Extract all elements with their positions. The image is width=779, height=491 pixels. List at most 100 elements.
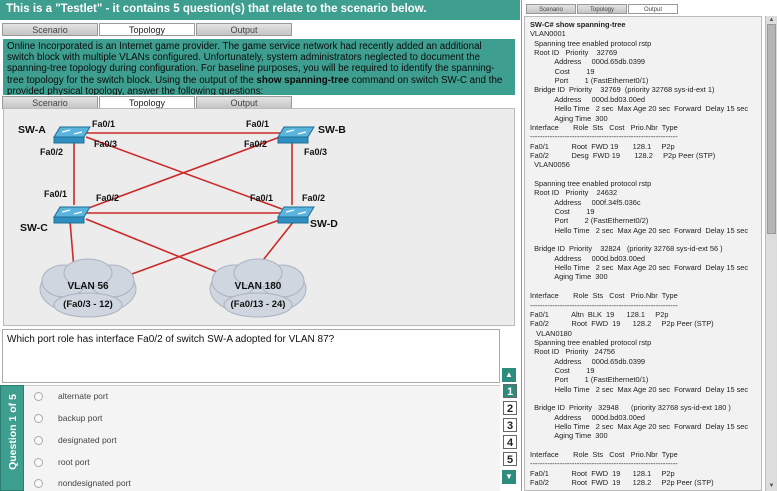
port-d-fa01: Fa0/1	[250, 193, 273, 203]
nav-down-arrow-icon[interactable]: ▼	[502, 470, 516, 484]
output-line: Port 1 (FastEthernet0/1)	[530, 375, 649, 385]
port-b-fa03: Fa0/3	[304, 147, 327, 157]
nav-question-4[interactable]: 4	[503, 435, 517, 449]
tab-scenario-right[interactable]: Scenario	[526, 4, 576, 14]
switch-icon-b[interactable]	[277, 126, 315, 144]
answer-option[interactable]: designated port	[34, 433, 117, 447]
output-line: Bridge ID Priority 32769 (priority 32768…	[530, 85, 715, 95]
port-a-fa02: Fa0/2	[40, 147, 63, 157]
radio-button[interactable]	[34, 391, 43, 401]
output-line: Hello Time 2 sec Max Age 20 sec Forward …	[530, 225, 749, 235]
question-pane: This is a "Testlet" - it contains 5 ques…	[0, 0, 520, 491]
output-line: VLAN0001	[530, 29, 566, 39]
output-line: VLAN0056	[530, 160, 570, 170]
output-line: Cost 19	[530, 66, 595, 76]
output-tabs: Scenario Topology Output	[526, 4, 679, 14]
radio-button[interactable]	[34, 478, 43, 488]
output-line: Root ID Priority 24632	[530, 188, 618, 198]
tab-output-right[interactable]: Output	[628, 4, 678, 14]
output-line: Interface Role Sts Cost Prio.Nbr Type	[530, 450, 678, 460]
scenario-command: show spanning-tree	[256, 74, 349, 86]
output-line: Spanning tree enabled protocol rstp	[530, 38, 652, 48]
output-line: Fa0/2 Desg FWD 19 128.2 P2p Peer (STP)	[530, 150, 716, 160]
nav-question-2[interactable]: 2	[503, 401, 517, 415]
answer-label: designated port	[58, 435, 117, 445]
switch-icon-d[interactable]	[277, 206, 315, 224]
testlet-header: This is a "Testlet" - it contains 5 ques…	[0, 0, 520, 20]
label-sw-c: SW-C	[20, 222, 48, 234]
radio-button[interactable]	[34, 457, 43, 467]
tab-output[interactable]: Output	[196, 23, 292, 36]
output-line: Spanning tree enabled protocol rstp	[530, 337, 652, 347]
port-d-fa02: Fa0/2	[302, 193, 325, 203]
port-a-fa01: Fa0/1	[92, 119, 115, 129]
nav-question-3[interactable]: 3	[503, 418, 517, 432]
topology-diagram: SW-A SW-B SW-C SW-D Fa0/1 Fa0/2 Fa0/3 Fa…	[3, 108, 515, 326]
output-line: Root ID Priority 24756	[530, 347, 616, 357]
tab-scenario[interactable]: Scenario	[2, 23, 98, 36]
answer-option[interactable]: alternate port	[34, 389, 108, 403]
app-root: This is a "Testlet" - it contains 5 ques…	[0, 0, 779, 491]
scroll-thumb[interactable]	[767, 24, 776, 234]
output-line: Bridge ID Priority 32948 (priority 32768…	[530, 403, 731, 413]
label-sw-a: SW-A	[18, 124, 46, 136]
port-c-fa01: Fa0/1	[44, 189, 67, 199]
port-b-fa02: Fa0/2	[244, 139, 267, 149]
answer-list: alternate port backup port designated po…	[24, 385, 500, 491]
output-line: Cost 19	[530, 207, 595, 216]
output-line: Address 000d.bd03.00ed	[530, 253, 646, 263]
output-line: Fa0/1 Root FWD 19 128.1 P2p	[530, 141, 675, 151]
answer-option[interactable]: backup port	[34, 411, 102, 425]
output-line: Aging Time 300	[530, 113, 608, 123]
topology-svg: SW-A SW-B SW-C SW-D Fa0/1 Fa0/2 Fa0/3 Fa…	[18, 119, 346, 318]
answer-option[interactable]: root port	[34, 455, 90, 469]
output-line: Aging Time 300	[530, 431, 608, 441]
switch-icon-a[interactable]	[53, 126, 91, 144]
output-line: Address 000d.bd03.00ed	[530, 412, 646, 422]
output-line: ----------------------------------------…	[530, 459, 678, 469]
nav-question-1[interactable]: 1	[503, 384, 517, 398]
output-line: Fa0/2 Root FWD 19 128.2 P2p Peer (STP)	[530, 478, 714, 488]
label-sw-d: SW-D	[310, 218, 338, 230]
topology-links	[69, 132, 295, 275]
output-line: Address 000d.65db.0399	[530, 356, 646, 366]
cli-output: SW-C# show spanning-tree VLAN0001 Spannin…	[524, 16, 762, 491]
scroll-down-icon[interactable]: ▼	[766, 482, 777, 490]
output-line: Address 000d.65db.0399	[530, 57, 646, 67]
output-line: Hello Time 2 sec Max Age 20 sec Forward …	[530, 384, 749, 394]
port-a-fa03: Fa0/3	[94, 139, 117, 149]
port-b-fa01: Fa0/1	[246, 119, 269, 129]
tab-topology-right[interactable]: Topology	[577, 4, 627, 14]
scenario-tabs-top: Scenario Topology Output	[2, 23, 293, 36]
nav-question-5[interactable]: 5	[503, 452, 517, 466]
output-line: Hello Time 2 sec Max Age 20 sec Forward …	[530, 422, 749, 432]
output-line: Hello Time 2 sec Max Age 20 sec Forward …	[530, 263, 749, 273]
nav-up-arrow-icon[interactable]: ▲	[502, 368, 516, 382]
output-line: VLAN0180	[530, 328, 572, 338]
output-line: Port 1 (FastEthernet0/1)	[530, 76, 649, 86]
answer-label: alternate port	[58, 391, 109, 401]
scroll-up-icon[interactable]: ▲	[766, 16, 777, 24]
output-line: Spanning tree enabled protocol rstp	[530, 178, 652, 188]
radio-button[interactable]	[34, 435, 43, 445]
output-line: Aging Time 300	[530, 272, 608, 282]
output-line: Fa0/1 Altn BLK 19 128.1 P2p	[530, 309, 669, 319]
output-line: Address 000d.bd03.00ed	[530, 94, 646, 104]
output-line: Port 2 (FastEthernet0/2)	[530, 216, 649, 226]
radio-button[interactable]	[34, 413, 43, 423]
output-scrollbar[interactable]: ▲ ▼	[765, 16, 777, 491]
switch-icon-c[interactable]	[53, 206, 91, 224]
answer-option[interactable]: nondesignated port	[34, 476, 131, 490]
output-pane: Scenario Topology Output SW-C# show span…	[521, 0, 779, 491]
output-line: ----------------------------------------…	[530, 300, 678, 310]
vlan56-range: (Fa0/3 - 12)	[63, 299, 113, 310]
answer-label: root port	[58, 457, 90, 467]
question-text: Which port role has interface Fa0/2 of s…	[2, 329, 500, 383]
scenario-text: Online Incorporated is an Internet game …	[3, 39, 515, 95]
output-line: SW-C# show spanning-tree	[530, 20, 626, 29]
label-sw-b: SW-B	[318, 124, 346, 136]
tab-topology[interactable]: Topology	[99, 23, 195, 36]
output-line: ----------------------------------------…	[530, 132, 678, 142]
output-line: Address 000f.34f5.036c	[530, 197, 641, 207]
output-line: Root ID Priority 32769	[530, 48, 618, 58]
